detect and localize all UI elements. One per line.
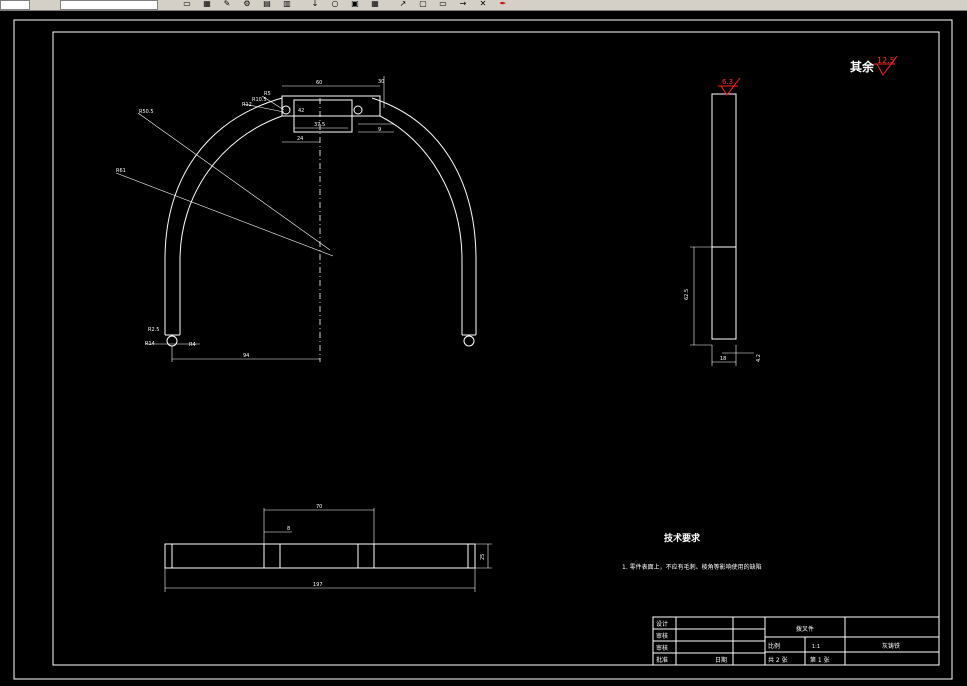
side-view: 6.3 62.5 18 4.2 (684, 77, 762, 366)
side-bottom-dim: 4.2 (756, 354, 762, 362)
bottom-offset-dim: 8 (287, 526, 290, 532)
tb-row-4: 批准 (656, 656, 668, 664)
window-icon[interactable]: ▭ (436, 0, 450, 8)
cad-drawing: 其余 12.5 60 30 9 37.5 24 42 R50.5 R61 R5 … (13, 19, 953, 680)
calculator-icon[interactable]: ▦ (368, 0, 382, 8)
tb-scale-label: 比例 (768, 642, 780, 650)
tb-material: 灰铸铁 (882, 642, 900, 650)
table-icon[interactable]: ▥ (280, 0, 294, 8)
tb-part-name: 拨叉件 (796, 625, 814, 633)
tb-sheets: 共 2 张 (768, 656, 788, 664)
dim-left: 24 (297, 136, 303, 142)
inner-arc-right (379, 115, 463, 335)
side-profile (711, 93, 737, 340)
dim-top-width: 60 (316, 80, 322, 86)
tb-row-3: 审核 (656, 644, 668, 652)
right-bolt-hole (463, 335, 475, 347)
dim-mid: 37.5 (314, 122, 325, 128)
tool-icon[interactable]: ⚙ (240, 0, 254, 8)
inner-frame (52, 31, 940, 666)
bottom-width-dim: 70 (316, 504, 322, 510)
dim-slot: 42 (298, 108, 304, 114)
inner-arc-left (179, 115, 283, 335)
drawing-canvas[interactable]: 其余 12.5 60 30 9 37.5 24 42 R50.5 R61 R5 … (0, 11, 967, 686)
bottom-profile (164, 543, 476, 569)
radius-outer: R50.5 (139, 109, 154, 115)
bottom-view: 70 8 197 25 (164, 504, 492, 592)
side-width-dim: 18 (720, 356, 726, 362)
tb-date-label: 日期 (715, 656, 727, 664)
cad-toolbar: ▭ ▦ ✎ ⚙ ▤ ▥ ↓ ○ ▣ ▦ ↗ ▢ ▭ → ✕ ✒ (0, 0, 967, 11)
tb-scale-value: 1:1 (812, 644, 820, 650)
command-field[interactable] (0, 0, 30, 10)
radius-inner: R61 (116, 168, 126, 174)
outer-border (13, 19, 953, 680)
layer-select[interactable] (60, 0, 158, 10)
leader-r-inner (115, 172, 334, 257)
bottom-height-dim: 25 (480, 554, 486, 560)
radius-r2: R10.5 (252, 97, 267, 103)
front-view: 60 30 9 37.5 24 42 R50.5 R61 R5 R10.5 R1… (115, 76, 477, 362)
outer-arc-right (371, 97, 477, 335)
top-hub (281, 95, 381, 117)
layer-icon[interactable]: ▤ (260, 0, 274, 8)
tech-req-line1: 1. 零件表面上，不应有毛刺、棱角等影响使用的缺陷 (622, 563, 762, 571)
bottom-total-dim: 197 (313, 582, 323, 588)
draw-icon[interactable]: ✎ (220, 0, 234, 8)
dim-top-offset: 9 (378, 127, 381, 133)
radius-r4: R2.5 (148, 327, 159, 333)
properties-icon[interactable]: ▣ (348, 0, 362, 8)
pan-icon[interactable]: ↗ (396, 0, 410, 8)
side-height-dim: 62.5 (684, 289, 690, 300)
arrow-icon[interactable]: → (456, 0, 470, 8)
radius-r6: R4 (189, 342, 196, 348)
dim-top-height: 30 (378, 79, 384, 85)
tech-req-title: 技术要求 (664, 532, 701, 544)
grid-icon[interactable]: ▦ (200, 0, 214, 8)
tb-sheet-no: 第 1 张 (810, 656, 830, 664)
tb-row-2: 审核 (656, 632, 668, 640)
roughness-label: 其余 (850, 59, 875, 74)
dim-bottom-half: 94 (243, 353, 249, 359)
block-icon[interactable]: ▢ (416, 0, 430, 8)
arrow-down-icon[interactable]: ↓ (308, 0, 322, 8)
title-block: 设计 审核 审核 批准 日期 拨叉件 比例 1:1 灰铸铁 共 2 张 第 1 … (652, 616, 940, 666)
cross-icon[interactable]: ✕ (476, 0, 490, 8)
refresh-icon[interactable]: ○ (328, 0, 342, 8)
outer-arc-left (164, 97, 283, 335)
side-roughness: 6.3 (722, 78, 733, 86)
tb-row-1: 设计 (656, 620, 668, 628)
pen-icon[interactable]: ✒ (496, 0, 510, 8)
left-bolt-hole (166, 335, 178, 347)
file-icon[interactable]: ▭ (180, 0, 194, 8)
